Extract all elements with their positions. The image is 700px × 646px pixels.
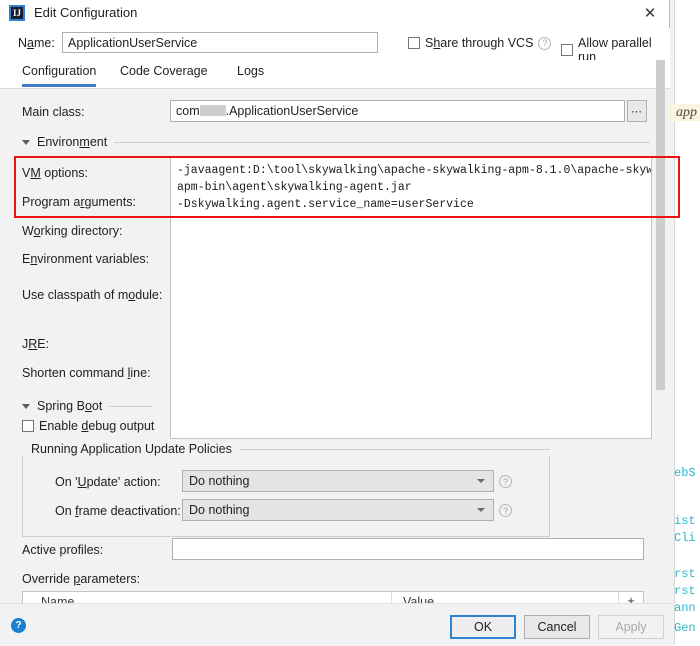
- background-italic-text: app: [676, 105, 697, 120]
- section-divider: [114, 141, 650, 143]
- main-class-label: Main class:: [22, 105, 85, 119]
- chevron-down-icon[interactable]: [477, 508, 485, 512]
- background-code-line: ebS: [674, 466, 696, 480]
- section-divider: [238, 448, 550, 450]
- apply-button: Apply: [598, 615, 664, 639]
- background-code-line: rst: [674, 584, 696, 598]
- on-update-action-help-icon[interactable]: ?: [499, 475, 512, 488]
- chevron-down-icon[interactable]: [477, 479, 485, 483]
- dialog-scrollbar[interactable]: [656, 60, 665, 600]
- ok-button[interactable]: OK: [450, 615, 516, 639]
- redaction-block: [199, 105, 226, 116]
- background-code-line: Gen: [674, 621, 696, 635]
- environment-section-header[interactable]: Environment: [22, 135, 650, 149]
- background-code-line: Cli: [674, 531, 696, 545]
- name-label: Name:: [18, 36, 55, 50]
- help-icon[interactable]: ?: [11, 618, 26, 633]
- enable-debug-output-checkbox[interactable]: Enable debug output: [22, 419, 154, 433]
- vm-options-input[interactable]: -javaagent:D:\tool\skywalking\apache-sky…: [170, 157, 652, 439]
- environment-section-label: Environment: [37, 135, 108, 149]
- main-class-input[interactable]: com .ApplicationUserService: [170, 100, 625, 122]
- on-frame-deactivation-value: Do nothing: [189, 503, 250, 517]
- jre-label: JRE:: [22, 337, 50, 351]
- running-application-update-policies-group: [22, 449, 550, 537]
- checkbox-box[interactable]: [408, 37, 420, 49]
- use-classpath-of-module-label: Use classpath of module:: [22, 288, 163, 302]
- dialog-scrollbar-thumb[interactable]: [656, 60, 665, 390]
- working-directory-label: Working directory:: [22, 224, 123, 238]
- tab-logs[interactable]: Logs: [237, 64, 264, 84]
- intellij-idea-icon-glyph: IJ: [12, 7, 21, 18]
- name-input[interactable]: [62, 32, 378, 53]
- policies-group-title-row: Running Application Update Policies: [22, 442, 550, 456]
- enable-debug-output-label: Enable debug output: [39, 419, 155, 433]
- background-code-line: ann: [674, 601, 696, 615]
- policies-group-title: Running Application Update Policies: [31, 442, 232, 456]
- configuration-panel: Main class: com .ApplicationUserService ⋯…: [0, 89, 670, 607]
- edit-configuration-dialog: IJ Edit Configuration ✕ Name: Share thro…: [0, 0, 670, 646]
- chevron-down-icon[interactable]: [22, 403, 30, 409]
- tab-configuration[interactable]: Configuration: [22, 64, 97, 87]
- on-frame-deactivation-select[interactable]: Do nothing: [182, 499, 494, 521]
- main-class-browse-button[interactable]: ⋯: [627, 100, 647, 122]
- on-update-action-label: On 'Update' action:: [55, 475, 161, 489]
- dialog-titlebar: IJ Edit Configuration ✕: [0, 0, 669, 28]
- share-through-vcs-checkbox[interactable]: Share through VCS ?: [408, 36, 552, 50]
- background-code-line: ist: [674, 514, 696, 528]
- on-frame-deactivation-help-icon[interactable]: ?: [499, 504, 512, 517]
- dialog-tabs: Configuration Code Coverage Logs: [0, 60, 670, 89]
- share-vcs-help-icon[interactable]: ?: [538, 36, 552, 50]
- environment-variables-label: Environment variables:: [22, 252, 150, 266]
- chevron-down-icon[interactable]: [22, 139, 30, 145]
- vm-options-label: VM options:: [22, 166, 89, 180]
- on-update-action-value: Do nothing: [189, 474, 250, 488]
- section-divider: [109, 405, 152, 407]
- background-window-fragment: [674, 0, 700, 100]
- active-profiles-input[interactable]: [172, 538, 644, 560]
- program-arguments-label: Program arguments:: [22, 195, 136, 209]
- checkbox-box[interactable]: [561, 44, 573, 56]
- cancel-button[interactable]: Cancel: [524, 615, 590, 639]
- spring-boot-section-header[interactable]: Spring Boot: [22, 399, 152, 413]
- override-parameters-label: Override parameters:: [22, 572, 141, 586]
- on-update-action-select[interactable]: Do nothing: [182, 470, 494, 492]
- name-row: Name: Share through VCS ? Allow parallel…: [0, 28, 670, 64]
- dialog-button-bar: ? OK Cancel Apply: [0, 603, 670, 646]
- active-profiles-label: Active profiles:: [22, 543, 104, 557]
- tab-code-coverage[interactable]: Code Coverage: [120, 64, 208, 84]
- dialog-title: Edit Configuration: [34, 5, 138, 20]
- intellij-idea-icon: IJ: [9, 5, 25, 21]
- background-code-line: rst: [674, 567, 696, 581]
- shorten-command-line-label: Shorten command line:: [22, 366, 151, 380]
- vm-options-value: -javaagent:D:\tool\skywalking\apache-sky…: [177, 164, 652, 211]
- close-icon[interactable]: ✕: [639, 3, 661, 23]
- checkbox-box[interactable]: [22, 420, 34, 432]
- spring-boot-section-label: Spring Boot: [37, 399, 103, 413]
- on-frame-deactivation-label: On frame deactivation:: [55, 504, 181, 518]
- share-through-vcs-label: Share through VCS: [425, 36, 534, 50]
